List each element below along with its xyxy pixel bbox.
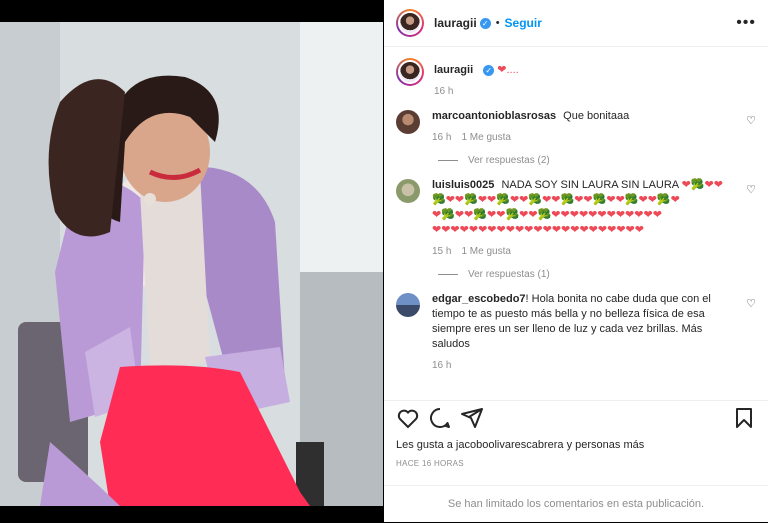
post-modal: lauragii ✓ • Seguir ••• lauragii ✓ ❤....…	[0, 0, 768, 522]
caption-username[interactable]: lauragii	[434, 64, 473, 76]
comment-username[interactable]: edgar_escobedo7	[432, 293, 526, 305]
caption: lauragii ✓ ❤.... 16 h	[396, 58, 756, 99]
comment-item: edgar_escobedo7! Hola bonita no cabe dud…	[396, 292, 756, 373]
emoji-line-3: ❤🥦❤❤🥦❤❤🥦❤❤🥦❤❤❤❤❤❤❤❤❤❤❤❤	[432, 209, 662, 221]
comment-avatar[interactable]	[396, 293, 420, 317]
comment-time: 15 h	[432, 246, 452, 257]
separator-dot: •	[495, 17, 500, 29]
comment-avatar[interactable]	[396, 110, 420, 134]
comment-avatar[interactable]	[396, 179, 420, 203]
comment-icon[interactable]	[428, 406, 452, 430]
avatar[interactable]	[396, 9, 424, 37]
comment-meta: 16 h 1 Me gusta	[432, 130, 732, 145]
caption-time: 16 h	[434, 86, 454, 97]
comments-list[interactable]: lauragii ✓ ❤.... 16 h marcoantonioblasro…	[384, 48, 768, 396]
photo-illustration	[0, 22, 383, 506]
comment-meta: 15 h 1 Me gusta	[432, 244, 732, 259]
like-comment-icon[interactable]: ♡	[746, 114, 756, 127]
comment-text: NADA SOY SIN LAURA SIN LAURA	[501, 179, 679, 191]
comments-limited-notice: Se han limitado los comentarios en esta …	[384, 485, 768, 522]
verified-icon: ✓	[483, 65, 495, 76]
caption-meta: 16 h	[434, 84, 734, 99]
emoji-line-4: ❤❤❤❤❤❤❤❤❤❤❤❤❤❤❤❤❤❤❤❤❤❤❤	[432, 224, 644, 236]
follow-button[interactable]: Seguir	[505, 16, 542, 30]
comment-text: Que bonitaaa	[563, 110, 630, 122]
save-icon[interactable]	[732, 406, 756, 430]
like-comment-icon[interactable]: ♡	[746, 183, 756, 196]
view-replies-button[interactable]: Ver respuestas (1)	[438, 269, 756, 280]
action-bar	[384, 400, 768, 434]
comment-item: luisluis0025 NADA SOY SIN LAURA SIN LAUR…	[396, 178, 756, 259]
photo-pane	[0, 0, 383, 522]
post-sidebar: lauragii ✓ • Seguir ••• lauragii ✓ ❤....…	[384, 0, 768, 522]
comment-likes[interactable]: 1 Me gusta	[461, 244, 510, 259]
emoji-line-1: ❤🥦❤❤	[681, 179, 723, 191]
post-header: lauragii ✓ • Seguir •••	[384, 0, 768, 47]
comment-time: 16 h	[432, 132, 452, 143]
view-replies-button[interactable]: Ver respuestas (2)	[438, 155, 756, 166]
caption-text: ❤....	[497, 64, 519, 76]
emoji-line-2: 🥦❤❤🥦❤❤🥦❤❤🥦❤❤🥦❤❤🥦❤❤🥦❤❤🥦❤	[432, 194, 680, 206]
likes-summary[interactable]: Les gusta a jacoboolivarescabrera y pers…	[396, 439, 644, 451]
comment-time: 16 h	[432, 360, 452, 371]
comment-likes[interactable]: 1 Me gusta	[461, 130, 510, 145]
more-icon[interactable]: •••	[736, 14, 756, 32]
post-timestamp: HACE 16 HORAS	[396, 459, 464, 468]
share-icon[interactable]	[460, 406, 484, 430]
heart-icon[interactable]	[396, 406, 420, 430]
like-comment-icon[interactable]: ♡	[746, 297, 756, 310]
caption-avatar[interactable]	[396, 58, 424, 86]
comment-item: marcoantonioblasrosas Que bonitaaa 16 h …	[396, 109, 756, 145]
comment-username[interactable]: marcoantonioblasrosas	[432, 110, 556, 122]
post-photo[interactable]	[0, 22, 383, 506]
header-username[interactable]: lauragii	[434, 16, 477, 30]
verified-icon: ✓	[479, 17, 491, 29]
comment-meta: 16 h	[432, 358, 732, 373]
comment-username[interactable]: luisluis0025	[432, 179, 494, 191]
